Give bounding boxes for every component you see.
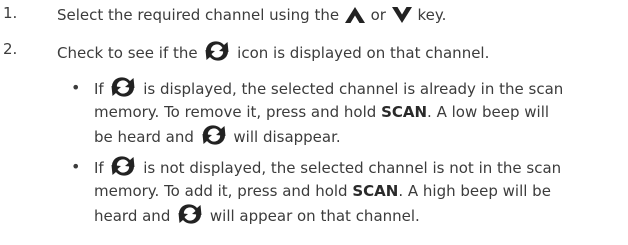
step-text: Check to see if the icon is displayed on… [57,40,618,64]
scan-icon [199,124,229,146]
up-arrow-icon [344,6,366,24]
instruction-document: 1. Select the required channel using the… [0,0,628,245]
bullet-text-part: will appear on that channel. [205,207,420,225]
bullet-text-part: will disappear. [228,128,341,146]
scan-icon [175,203,205,225]
scan-icon [108,76,138,98]
step-text-part: Select the required channel using the [57,6,344,24]
step-number: 2. [3,40,18,58]
down-arrow-icon [391,6,413,24]
scan-key-label: SCAN [352,182,399,200]
step-text: Select the required channel using the or… [57,4,618,26]
bullet-text-part: If [94,80,109,98]
step-number: 1. [3,4,18,22]
bullet-item: • If is displayed, the selected channel … [71,76,564,149]
bullet-text-part: If [94,159,109,177]
step-text-part: or [365,6,391,24]
step-text-part: icon is displayed on that channel. [232,44,490,62]
bullet-marker: • [71,157,81,176]
scan-key-label: SCAN [381,103,428,121]
scan-icon [202,40,232,62]
step-text-part: Check to see if the [57,44,203,62]
bullet-marker: • [71,78,81,97]
scan-icon [108,155,138,177]
step-text-part: key. [412,6,447,24]
bullet-item: • If is not displayed, the selected chan… [71,155,564,228]
